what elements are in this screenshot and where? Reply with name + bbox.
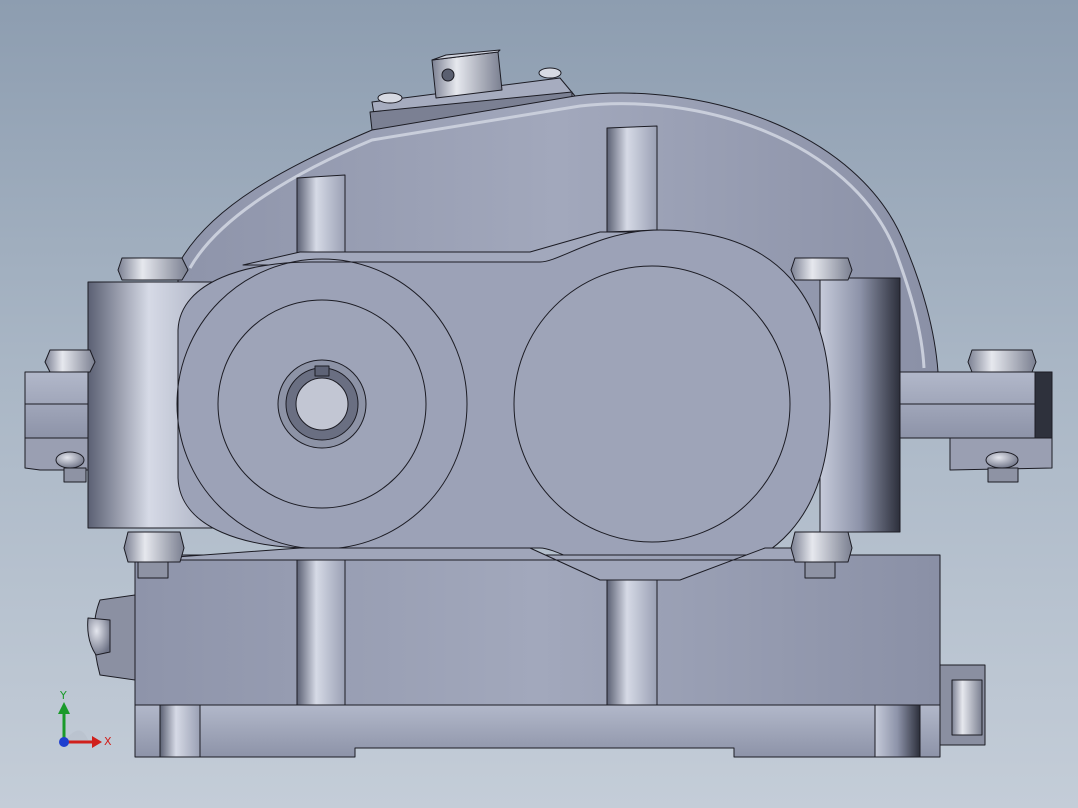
- coordinate-triad: Y X: [58, 689, 112, 748]
- model-view[interactable]: Y X: [0, 0, 1078, 808]
- bearing-housing-plate[interactable]: [176, 229, 831, 581]
- base-foot[interactable]: [134, 704, 941, 758]
- x-axis-label: X: [104, 735, 112, 748]
- oil-sight-glass[interactable]: [87, 594, 136, 681]
- drain-plug[interactable]: [939, 664, 986, 746]
- y-axis-label: Y: [59, 689, 67, 702]
- input-shaft-bore[interactable]: [277, 359, 367, 449]
- cad-graphics-viewport[interactable]: Y X: [0, 0, 1078, 808]
